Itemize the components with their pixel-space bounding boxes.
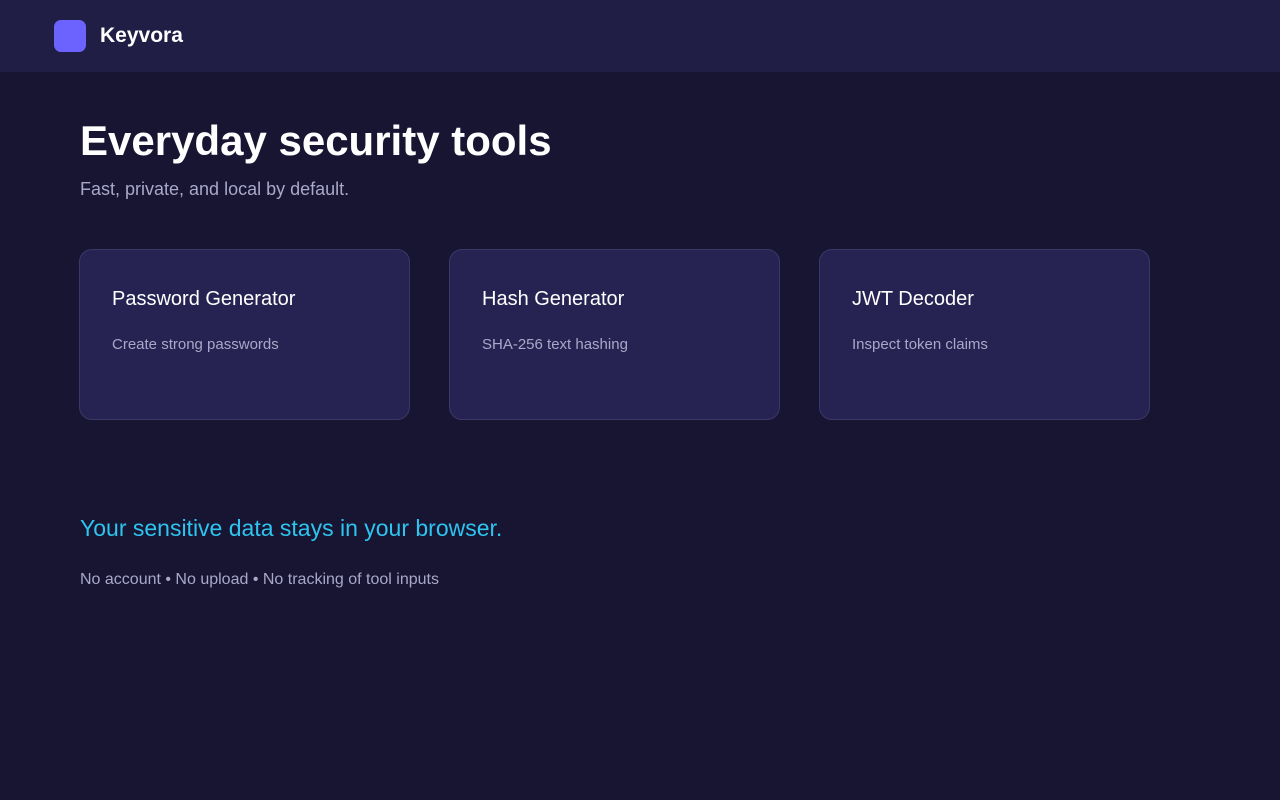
top-bar: Keyvora bbox=[0, 0, 1280, 72]
tool-card-title: Hash Generator bbox=[482, 288, 625, 310]
page-subtitle: Fast, private, and local by default. bbox=[80, 179, 350, 199]
tool-card-description: Create strong passwords bbox=[112, 336, 279, 353]
privacy-headline: Your sensitive data stays in your browse… bbox=[80, 515, 503, 541]
brand-name[interactable]: Keyvora bbox=[100, 22, 183, 50]
privacy-note: No account • No upload • No tracking of … bbox=[80, 571, 439, 588]
page-title: Everyday security tools bbox=[80, 117, 552, 164]
logo-icon[interactable] bbox=[54, 20, 86, 52]
tool-card-description: SHA-256 text hashing bbox=[482, 336, 628, 353]
tool-card-title: Password Generator bbox=[112, 288, 296, 310]
tool-card-description: Inspect token claims bbox=[852, 336, 988, 353]
tool-card-password-generator[interactable]: Password Generator Create strong passwor… bbox=[79, 249, 410, 420]
tool-card-title: JWT Decoder bbox=[852, 288, 974, 310]
tool-card-jwt-decoder[interactable]: JWT Decoder Inspect token claims bbox=[819, 249, 1150, 420]
tool-card-hash-generator[interactable]: Hash Generator SHA-256 text hashing bbox=[449, 249, 780, 420]
